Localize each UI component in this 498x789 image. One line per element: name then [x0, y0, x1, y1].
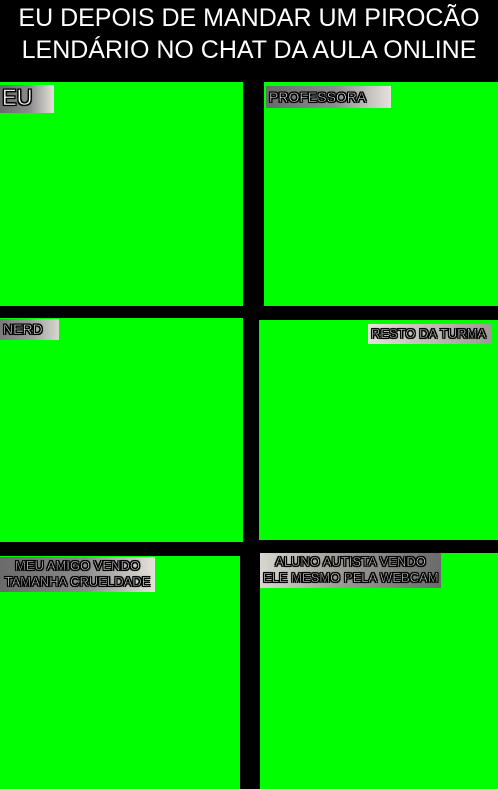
label-professora-text: PROFESSORA	[269, 89, 367, 106]
meme-title: EU DEPOIS DE MANDAR UM PIROCÃO LENDÁRIO …	[0, 2, 498, 66]
label-meu-amigo: MEU AMIGO VENDO TAMANHA CRUELDADE	[0, 557, 155, 592]
label-eu: EU	[0, 85, 54, 113]
label-resto-da-turma: RESTO DA TURMA	[368, 324, 492, 344]
panel-professora	[264, 82, 498, 306]
label-nerd: NERD	[0, 319, 59, 340]
label-nerd-text: NERD	[3, 321, 43, 338]
label-meu-amigo-line-1: MEU AMIGO VENDO	[15, 558, 141, 574]
meme-title-line-2: LENDÁRIO NO CHAT DA AULA ONLINE	[21, 36, 477, 64]
label-resto-da-turma-text: RESTO DA TURMA	[371, 326, 487, 342]
label-meu-amigo-line-2: TAMANHA CRUELDADE	[4, 574, 151, 590]
label-aluno-autista: ALUNO AUTISTA VENDO ELE MESMO PELA WEBCA…	[260, 553, 441, 588]
label-professora: PROFESSORA	[266, 86, 391, 108]
meme-title-line-1: EU DEPOIS DE MANDAR UM PIROCÃO	[18, 4, 480, 32]
label-eu-text: EU	[2, 85, 33, 111]
panel-aluno-autista	[260, 553, 498, 789]
panel-resto-da-turma	[259, 320, 498, 540]
label-aluno-autista-line-1: ALUNO AUTISTA VENDO	[275, 554, 426, 570]
panel-nerd	[0, 318, 243, 542]
panel-eu	[0, 82, 243, 306]
label-aluno-autista-line-2: ELE MESMO PELA WEBCAM	[263, 570, 439, 586]
